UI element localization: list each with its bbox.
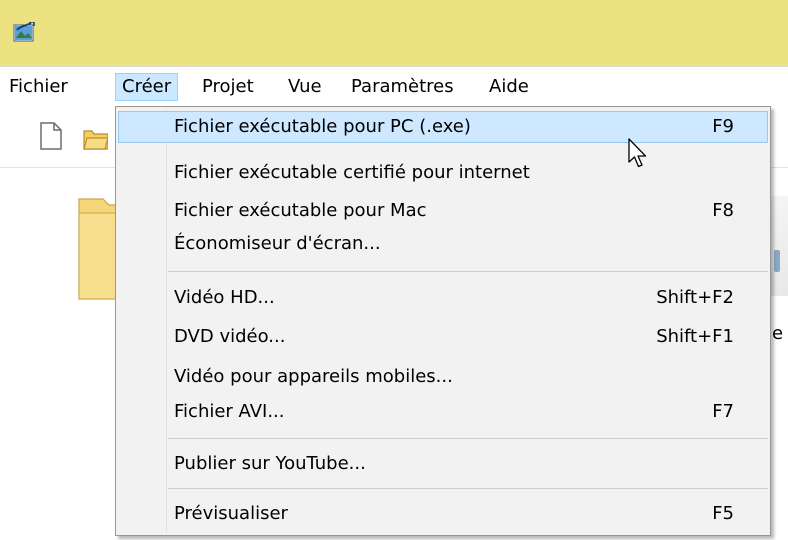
menu-item-shortcut: F7 [712, 401, 734, 422]
menu-item-exe-pc[interactable]: Fichier exécutable pour PC (.exe) F9 [118, 111, 768, 143]
menu-item-dvd-video[interactable]: DVD vidéo... Shift+F1 [118, 321, 768, 353]
menu-item-youtube[interactable]: Publier sur YouTube... [118, 448, 768, 480]
menu-item-label: Fichier exécutable pour PC (.exe) [174, 116, 471, 137]
menu-item-screensaver[interactable]: Économiseur d'écran... [118, 228, 768, 260]
menu-item-label: Fichier exécutable pour Mac [174, 200, 427, 221]
app-logo-icon[interactable] [13, 22, 35, 44]
menu-item-video-mobile[interactable]: Vidéo pour appareils mobiles... [118, 361, 768, 393]
menu-separator [168, 488, 768, 489]
menu-bar: Fichier Créer Projet Vue Paramètres Aide [0, 66, 788, 107]
menu-item-label: DVD vidéo... [174, 326, 286, 347]
menu-item-preview[interactable]: Prévisualiser F5 [118, 498, 768, 530]
mouse-pointer-icon [628, 138, 647, 168]
menu-projet[interactable]: Projet [196, 73, 260, 101]
menu-item-video-hd[interactable]: Vidéo HD... Shift+F2 [118, 282, 768, 314]
menu-item-shortcut: Shift+F2 [656, 287, 734, 308]
menu-creer[interactable]: Créer [115, 73, 179, 101]
menu-item-exe-mac[interactable]: Fichier exécutable pour Mac F8 [118, 195, 768, 227]
menu-item-exe-certified[interactable]: Fichier exécutable certifié pour interne… [118, 157, 768, 189]
background-text-fragment: e [772, 323, 784, 344]
menu-item-shortcut: F8 [712, 200, 734, 221]
menu-vue[interactable]: Vue [282, 73, 328, 101]
title-bar [0, 0, 788, 66]
partial-thumbnail-mark [774, 250, 780, 272]
menu-item-label: Vidéo HD... [174, 287, 275, 308]
menu-item-shortcut: Shift+F1 [656, 326, 734, 347]
open-folder-icon[interactable] [82, 121, 108, 151]
menu-separator [168, 438, 768, 439]
menu-item-avi[interactable]: Fichier AVI... F7 [118, 396, 768, 428]
creer-dropdown-menu: Fichier exécutable pour PC (.exe) F9 Fic… [115, 106, 771, 536]
menu-item-label: Publier sur YouTube... [174, 453, 366, 474]
partial-thumbnail [770, 196, 788, 296]
menu-aide[interactable]: Aide [483, 73, 535, 101]
menu-item-label: Vidéo pour appareils mobiles... [174, 366, 453, 387]
menu-item-label: Fichier exécutable certifié pour interne… [174, 162, 530, 183]
menu-separator [168, 271, 768, 272]
menu-item-shortcut: F5 [712, 503, 734, 524]
menu-item-label: Fichier AVI... [174, 401, 285, 422]
menu-item-label: Économiseur d'écran... [174, 233, 381, 254]
app-window: Fichier Créer Projet Vue Paramètres Aide… [0, 0, 788, 540]
menu-parametres[interactable]: Paramètres [345, 73, 460, 101]
menu-item-label: Prévisualiser [174, 503, 288, 524]
new-document-icon[interactable] [38, 121, 64, 151]
menu-item-shortcut: F9 [712, 116, 734, 137]
menu-fichier[interactable]: Fichier [3, 73, 74, 101]
